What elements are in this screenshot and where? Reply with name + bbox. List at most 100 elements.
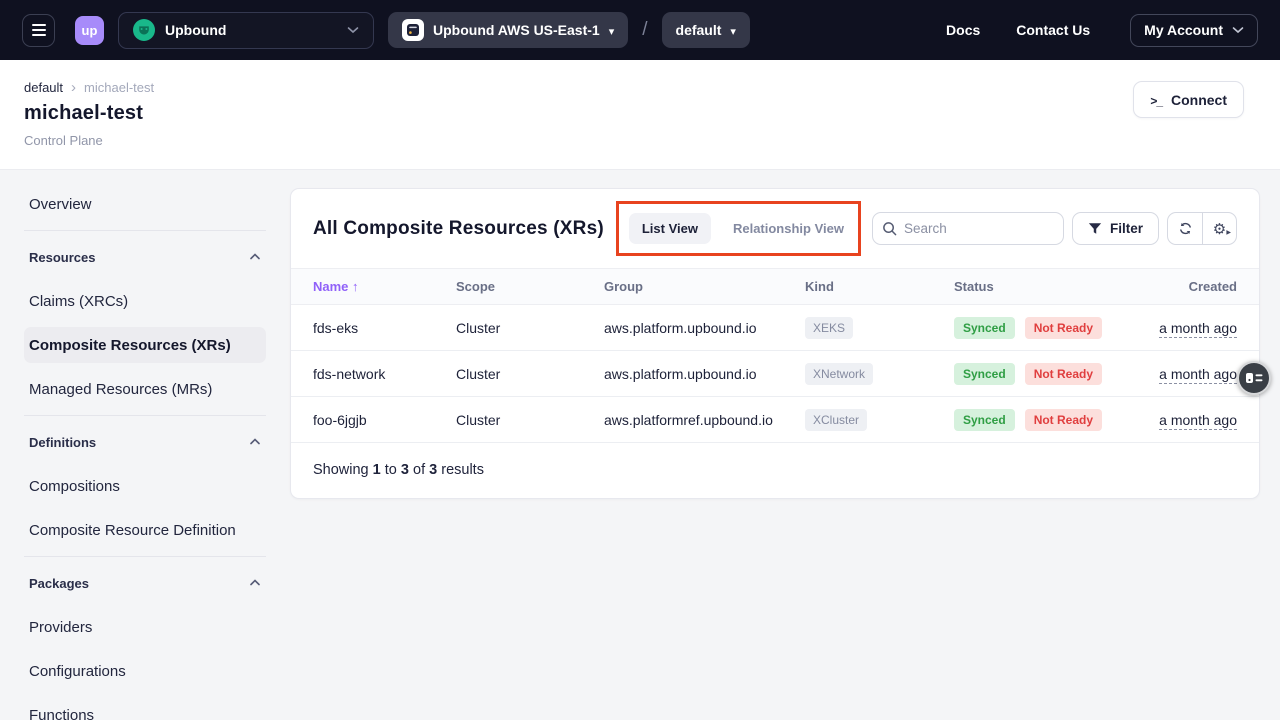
column-header-created[interactable]: Created <box>1141 279 1237 294</box>
chevron-up-icon <box>249 251 261 263</box>
hamburger-icon <box>32 24 46 26</box>
composite-resources-panel: All Composite Resources (XRs) List View … <box>290 188 1260 499</box>
panel-header: All Composite Resources (XRs) List View … <box>291 189 1259 268</box>
docs-link[interactable]: Docs <box>946 22 980 38</box>
chevron-up-icon <box>249 577 261 589</box>
control-plane-icon <box>402 19 424 41</box>
sidebar-section-label: Resources <box>29 250 95 265</box>
breadcrumb: default michael-test <box>24 80 1256 95</box>
feedback-widget-icon <box>1246 372 1263 384</box>
chevron-up-icon <box>249 436 261 448</box>
breadcrumb-parent-link[interactable]: default <box>24 80 63 95</box>
contact-us-link[interactable]: Contact Us <box>1016 22 1090 38</box>
column-header-kind[interactable]: Kind <box>805 279 954 294</box>
sidebar-divider <box>24 556 266 557</box>
cell-name: foo-6jgjb <box>313 412 456 428</box>
sidebar-item-functions[interactable]: Functions <box>24 697 266 720</box>
sidebar-section-resources[interactable]: Resources <box>24 239 266 275</box>
column-header-status[interactable]: Status <box>954 279 1141 294</box>
sidebar-item-compositions[interactable]: Compositions <box>24 468 266 504</box>
table-actions-group <box>1167 212 1237 245</box>
sidebar-item-composite-resources[interactable]: Composite Resources (XRs) <box>24 327 266 363</box>
sidebar-section-label: Definitions <box>29 435 96 450</box>
cell-group: aws.platformref.upbound.io <box>604 412 805 428</box>
cell-scope: Cluster <box>456 366 604 382</box>
sidebar-section-packages[interactable]: Packages <box>24 565 266 601</box>
view-toggle-annotation-box: List View Relationship View <box>616 201 861 256</box>
status-badge-not-ready: Not Ready <box>1025 409 1102 431</box>
status-badge-synced: Synced <box>954 317 1015 339</box>
filter-button[interactable]: Filter <box>1072 212 1159 245</box>
column-header-group[interactable]: Group <box>604 279 805 294</box>
menu-button[interactable] <box>22 14 55 47</box>
chevron-down-icon <box>347 26 359 34</box>
chevron-down-icon <box>1232 26 1244 34</box>
connect-button-label: Connect <box>1171 92 1227 108</box>
status-badge-synced: Synced <box>954 409 1015 431</box>
caret-down-icon <box>730 22 736 38</box>
table-header-row: Name ↑ Scope Group Kind Status Created <box>291 268 1259 305</box>
breadcrumb-current: michael-test <box>84 80 154 95</box>
group-selector-label: default <box>676 22 722 38</box>
my-account-label: My Account <box>1144 22 1223 38</box>
content-area: Overview Resources Claims (XRCs) Composi… <box>0 170 1280 720</box>
control-plane-selector[interactable]: Upbound AWS US-East-1 <box>388 12 628 48</box>
list-view-tab[interactable]: List View <box>629 213 711 244</box>
status-badge-not-ready: Not Ready <box>1025 363 1102 385</box>
my-account-button[interactable]: My Account <box>1130 14 1258 47</box>
sidebar-section-label: Packages <box>29 576 89 591</box>
search-icon <box>882 221 897 241</box>
cell-name: fds-eks <box>313 320 456 336</box>
sidebar-item-composite-resource-definition[interactable]: Composite Resource Definition <box>24 512 266 548</box>
status-badge-synced: Synced <box>954 363 1015 385</box>
created-tooltip-text[interactable]: a month ago <box>1159 320 1237 338</box>
table-row[interactable]: foo-6jgjb Cluster aws.platformref.upboun… <box>291 397 1259 443</box>
sidebar-item-configurations[interactable]: Configurations <box>24 653 266 689</box>
relationship-view-tab[interactable]: Relationship View <box>729 213 848 244</box>
sidebar-item-claims[interactable]: Claims (XRCs) <box>24 283 266 319</box>
connect-button[interactable]: Connect <box>1133 81 1244 118</box>
panel-title: All Composite Resources (XRs) <box>313 218 604 240</box>
cell-scope: Cluster <box>456 412 604 428</box>
sidebar-item-overview[interactable]: Overview <box>24 186 266 222</box>
status-badge-not-ready: Not Ready <box>1025 317 1102 339</box>
top-navbar: up Upbound <box>0 0 1280 60</box>
sidebar-section-definitions[interactable]: Definitions <box>24 424 266 460</box>
created-tooltip-text[interactable]: a month ago <box>1159 412 1237 430</box>
app-root: up Upbound <box>0 0 1280 720</box>
feedback-widget-button[interactable] <box>1237 361 1271 395</box>
column-header-scope[interactable]: Scope <box>456 279 604 294</box>
search-input[interactable] <box>872 212 1064 245</box>
sidebar-item-managed-resources[interactable]: Managed Resources (MRs) <box>24 371 266 407</box>
org-selector-label: Upbound <box>165 22 226 38</box>
org-avatar-icon <box>133 19 155 41</box>
caret-down-icon <box>609 22 615 38</box>
kind-badge: XCluster <box>805 409 867 431</box>
created-tooltip-text[interactable]: a month ago <box>1159 366 1237 384</box>
kind-badge: XEKS <box>805 317 853 339</box>
auto-refresh-settings-button[interactable] <box>1202 213 1236 244</box>
page-subtitle: Control Plane <box>24 133 1256 148</box>
refresh-icon <box>1178 221 1193 236</box>
table-row[interactable]: fds-network Cluster aws.platform.upbound… <box>291 351 1259 397</box>
results-summary: Showing 1 to 3 of 3 results <box>291 443 1259 498</box>
upbound-logo[interactable]: up <box>75 16 104 45</box>
refresh-button[interactable] <box>1168 213 1202 244</box>
column-header-name[interactable]: Name ↑ <box>313 279 456 294</box>
table-row[interactable]: fds-eks Cluster aws.platform.upbound.io … <box>291 305 1259 351</box>
group-selector[interactable]: default <box>662 12 750 48</box>
cell-name: fds-network <box>313 366 456 382</box>
page-header: default michael-test michael-test Contro… <box>0 60 1280 170</box>
cell-group: aws.platform.upbound.io <box>604 320 805 336</box>
sidebar: Overview Resources Claims (XRCs) Composi… <box>0 170 290 720</box>
terminal-icon <box>1150 92 1162 108</box>
control-plane-selector-label: Upbound AWS US-East-1 <box>433 22 600 38</box>
org-selector[interactable]: Upbound <box>118 12 374 49</box>
search-box <box>872 212 1064 245</box>
page-title: michael-test <box>24 102 1256 125</box>
sidebar-item-providers[interactable]: Providers <box>24 609 266 645</box>
cell-group: aws.platform.upbound.io <box>604 366 805 382</box>
chevron-right-icon <box>71 80 76 95</box>
sidebar-divider <box>24 230 266 231</box>
path-separator: / <box>642 19 647 41</box>
